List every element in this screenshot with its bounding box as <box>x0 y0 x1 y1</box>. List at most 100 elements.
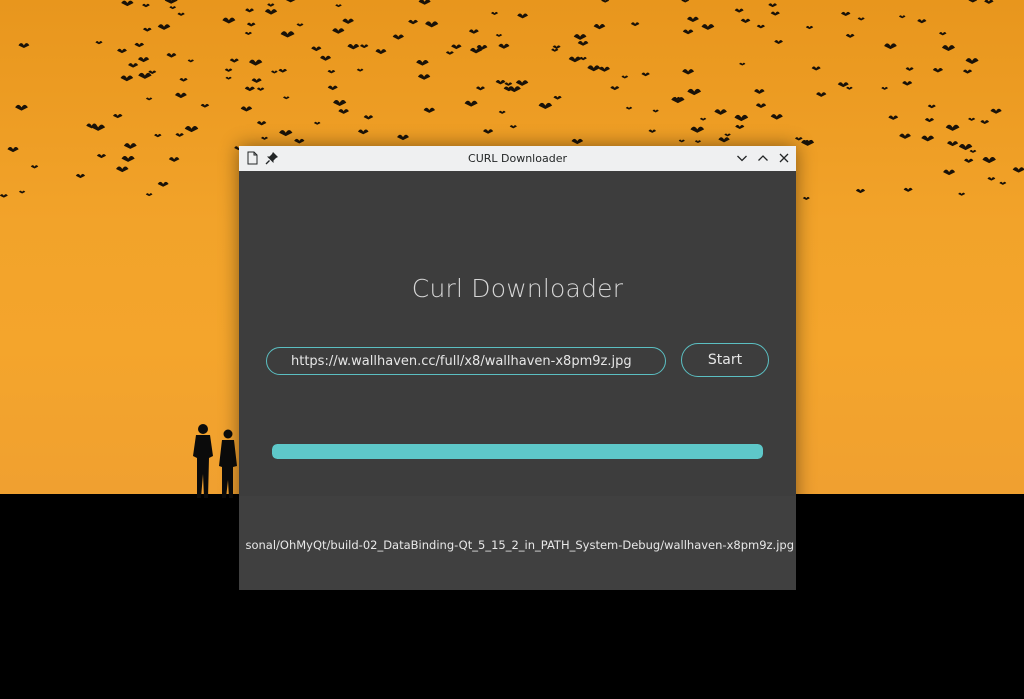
bird-shape <box>75 173 86 179</box>
bird-shape <box>271 70 278 74</box>
bird-shape <box>117 48 127 54</box>
bird-shape <box>30 165 39 169</box>
bird-shape <box>279 130 293 137</box>
bird-shape <box>357 129 369 135</box>
bird-shape <box>491 11 499 16</box>
bird-shape <box>256 121 267 126</box>
bird-shape <box>699 117 707 121</box>
bird-shape <box>240 106 253 112</box>
bird-shape <box>267 3 275 7</box>
bird-shape <box>964 158 974 163</box>
title-bar[interactable]: CURL Downloader <box>239 146 796 171</box>
bird-shape <box>754 89 765 94</box>
bird-shape <box>261 136 268 140</box>
bird-shape <box>958 192 966 196</box>
bird-shape <box>468 29 479 34</box>
bird-shape <box>987 177 996 181</box>
bird-shape <box>416 59 429 66</box>
bird-shape <box>245 8 254 13</box>
bird-shape <box>969 149 977 153</box>
bird-shape <box>515 80 529 86</box>
bird-shape <box>15 104 28 111</box>
bird-shape <box>179 77 188 82</box>
bird-shape <box>811 66 821 71</box>
bird-shape <box>123 143 137 149</box>
bird-shape <box>965 58 979 64</box>
bird-shape <box>917 19 927 24</box>
bird-shape <box>142 3 150 8</box>
bird-shape <box>968 0 978 3</box>
bird-shape <box>285 0 296 3</box>
bird-shape <box>0 194 8 198</box>
bird-shape <box>418 0 431 5</box>
bird-shape <box>538 102 553 110</box>
bird-shape <box>678 139 685 143</box>
bird-shape <box>898 15 906 19</box>
bird-shape <box>899 133 911 139</box>
bird-shape <box>648 129 657 133</box>
bird-shape <box>347 43 360 50</box>
chevron-down-icon[interactable] <box>735 151 749 165</box>
bird-shape <box>495 33 503 37</box>
bird-shape <box>229 58 239 63</box>
chevron-up-icon[interactable] <box>756 151 770 165</box>
bird-shape <box>652 109 659 113</box>
bird-shape <box>552 45 561 49</box>
bird-shape <box>577 40 589 46</box>
bird-shape <box>980 120 990 125</box>
progress-fill <box>272 444 763 459</box>
bird-shape <box>333 100 347 107</box>
bird-shape <box>682 29 694 35</box>
bird-shape <box>740 18 751 24</box>
bird-shape <box>686 16 699 23</box>
bird-shape <box>246 22 256 27</box>
bird-shape <box>157 181 169 187</box>
window-title: CURL Downloader <box>468 152 567 165</box>
bird-shape <box>120 75 134 82</box>
bird-shape <box>445 51 454 55</box>
bird-shape <box>142 27 152 32</box>
bird-shape <box>902 81 913 86</box>
bird-shape <box>248 59 263 66</box>
bird-shape <box>739 62 746 66</box>
close-icon[interactable] <box>777 151 791 165</box>
start-button[interactable]: Start <box>681 343 769 377</box>
bird-shape <box>498 43 510 49</box>
bird-shape <box>962 69 973 74</box>
bird-shape <box>95 41 103 45</box>
bird-shape <box>327 85 338 91</box>
bird-shape <box>335 4 342 8</box>
bird-shape <box>553 95 562 100</box>
bird-shape <box>184 125 199 133</box>
bird-shape <box>464 100 478 107</box>
bird-shape <box>694 140 702 143</box>
bird-shape <box>794 137 803 141</box>
bird-shape <box>587 65 601 72</box>
bird-shape <box>169 6 177 10</box>
bird-shape <box>770 11 780 16</box>
bird-shape <box>311 46 322 52</box>
bird-shape <box>187 59 194 63</box>
bird-shape <box>327 69 336 74</box>
bird-shape <box>175 92 187 99</box>
bird-shape <box>641 72 650 77</box>
bird-shape <box>342 18 354 24</box>
bird-shape <box>121 0 134 7</box>
bird-shape <box>734 114 749 122</box>
bird-shape <box>222 17 236 24</box>
bird-shape <box>504 82 513 86</box>
bird-shape <box>475 86 485 91</box>
bird-shape <box>469 47 483 54</box>
status-area: sonal/OhMyQt/build-02_DataBinding-Qt_5_1… <box>239 496 796 590</box>
bird-shape <box>397 134 409 141</box>
bird-shape <box>845 33 855 38</box>
bird-shape <box>958 144 973 151</box>
bird-shape <box>770 114 783 120</box>
bird-shape <box>392 34 404 40</box>
bird-shape <box>1012 167 1024 173</box>
bird-shape <box>551 48 559 52</box>
bird-shape <box>610 86 620 91</box>
bird-shape <box>338 109 349 114</box>
bird-shape <box>881 86 888 90</box>
url-input[interactable] <box>266 347 666 375</box>
